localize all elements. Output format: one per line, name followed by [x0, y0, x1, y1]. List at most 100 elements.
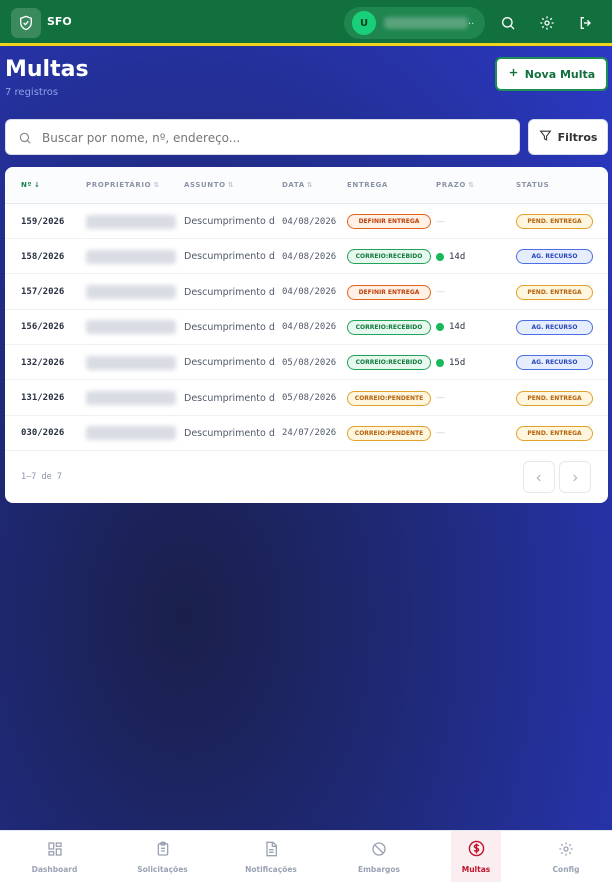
status-badge: PEND. ENTREGA — [516, 214, 593, 229]
table-row[interactable]: 156/2026 Descumprimento d... 04/08/2026 COR… — [5, 310, 608, 345]
fine-number: 030/2026 — [21, 428, 65, 439]
deadline-cell: 14d — [436, 239, 465, 274]
owner-cell — [86, 416, 176, 451]
subject-cell: Descumprimento d... — [184, 286, 276, 298]
subject-cell: Descumprimento d... — [184, 251, 276, 263]
deadline-empty: — — [436, 393, 445, 403]
delivery-badge: CORREIO:PENDENTE — [347, 390, 431, 406]
deadline-dot-icon — [436, 358, 444, 367]
owner-cell — [86, 310, 176, 345]
col-header-subject[interactable]: Assunto ⇅ — [184, 181, 234, 189]
table-header: Nº ↓ Proprietário ⇅ Assunto ⇅ Data ⇅ Entrega… — [5, 167, 608, 204]
search-icon[interactable] — [498, 13, 518, 33]
fines-table-card: Nº ↓ Proprietário ⇅ Assunto ⇅ Data ⇅ Entrega… — [5, 167, 608, 503]
deadline-empty: — — [436, 216, 445, 227]
delivery-cell: CORREIO:RECEBIDO — [347, 310, 431, 345]
brand-name: SFO — [47, 15, 72, 28]
sort-icon: ⇅ — [153, 181, 160, 189]
delivery-badge: CORREIO:RECEBIDO — [347, 249, 431, 265]
status-cell: AG. RECURSO — [516, 310, 593, 345]
owner-cell — [86, 239, 176, 274]
status-cell: PEND. ENTREGA — [516, 275, 593, 310]
date-cell: 05/08/2026 — [282, 357, 337, 368]
nav-item-solicitacoes[interactable]: Solicitações — [109, 831, 216, 882]
col-header-number[interactable]: Nº ↓ — [21, 181, 40, 189]
document-icon — [263, 841, 279, 861]
table-row[interactable]: 030/2026 Descumprimento d... 24/07/2026 COR… — [5, 416, 608, 451]
table-row[interactable]: 157/2026 Descumprimento d... 04/08/2026 DEF… — [5, 275, 608, 310]
date-cell: 04/08/2026 — [282, 251, 337, 262]
nav-item-config[interactable]: Config — [520, 831, 612, 882]
deadline-days: 14d — [449, 322, 466, 333]
deadline-cell: 15d — [436, 345, 465, 380]
prev-page-button[interactable] — [523, 461, 555, 493]
date-cell: 04/08/2026 — [282, 322, 337, 333]
deadline-days: 15d — [449, 357, 466, 368]
fine-number: 157/2026 — [21, 287, 65, 298]
col-header-owner[interactable]: Proprietário ⇅ — [86, 181, 160, 189]
owner-name-redacted — [86, 285, 176, 300]
block-icon — [371, 841, 387, 861]
filter-icon — [539, 129, 552, 145]
owner-cell — [86, 275, 176, 310]
sort-desc-icon: ↓ — [34, 181, 41, 189]
delivery-cell: CORREIO:PENDENTE — [347, 416, 431, 451]
fine-number: 132/2026 — [21, 357, 65, 368]
nav-label: Embargos — [357, 864, 401, 874]
table-row[interactable]: 159/2026 Descumprimento d... 04/08/2026 DEF… — [5, 204, 608, 239]
logout-icon[interactable] — [576, 13, 596, 33]
delivery-badge: CORREIO:PENDENTE — [347, 425, 431, 441]
table-row[interactable]: 132/2026 Descumprimento d... 05/08/2026 COR… — [5, 345, 608, 381]
user-name-suffix: .. — [468, 16, 475, 27]
deadline-cell: — — [436, 381, 445, 416]
deadline-days: 14d — [449, 251, 466, 262]
user-menu[interactable]: U .. — [344, 7, 485, 39]
delivery-cell: CORREIO:RECEBIDO — [347, 345, 431, 380]
delivery-badge: CORREIO:RECEBIDO — [347, 319, 431, 335]
search-input[interactable] — [42, 128, 502, 148]
delivery-cell: CORREIO:PENDENTE — [347, 381, 431, 416]
owner-name-redacted — [86, 355, 176, 370]
subject-cell: Descumprimento d... — [184, 392, 276, 404]
fine-number: 131/2026 — [21, 393, 65, 403]
delivery-cell: DEFINIR ENTREGA — [347, 275, 431, 310]
avatar: U — [352, 11, 376, 35]
owner-cell — [86, 381, 176, 416]
fine-number: 158/2026 — [21, 251, 65, 262]
dollar-icon — [468, 840, 485, 861]
dashboard-icon — [47, 841, 63, 861]
page-title: Multas — [5, 57, 89, 82]
gear-icon — [558, 841, 574, 861]
owner-name-redacted — [86, 214, 176, 229]
status-badge: PEND. ENTREGA — [516, 284, 593, 300]
status-cell: PEND. ENTREGA — [516, 416, 593, 451]
nav-label: Multas — [461, 865, 491, 874]
owner-name-redacted — [86, 391, 176, 405]
gear-icon[interactable] — [537, 13, 557, 33]
filter-button[interactable]: Filtros — [528, 119, 608, 155]
status-cell: PEND. ENTREGA — [516, 204, 593, 239]
nav-label: Notificações — [245, 864, 297, 874]
next-page-button[interactable] — [559, 461, 591, 493]
table-row[interactable]: 131/2026 Descumprimento d... 05/08/2026 COR… — [5, 381, 608, 416]
new-fine-button[interactable]: Nova Multa — [495, 57, 608, 91]
status-badge: AG. RECURSO — [516, 249, 593, 265]
col-header-deadline[interactable]: Prazo ⇅ — [436, 181, 474, 189]
table-row[interactable]: 158/2026 Descumprimento d... 04/08/2026 COR… — [5, 239, 608, 275]
nav-label: Dashboard — [31, 864, 78, 874]
col-header-date[interactable]: Data ⇅ — [282, 181, 313, 189]
chevron-right-icon — [570, 468, 580, 487]
owner-cell — [86, 204, 176, 239]
search-icon — [18, 130, 32, 149]
status-badge: PEND. ENTREGA — [516, 390, 593, 406]
nav-item-dashboard[interactable]: Dashboard — [0, 831, 109, 882]
owner-cell — [86, 345, 176, 380]
nav-item-embargos[interactable]: Embargos — [326, 831, 432, 882]
delivery-badge: DEFINIR ENTREGA — [347, 284, 431, 300]
nav-item-multas[interactable]: Multas — [451, 831, 501, 882]
top-bar: SFO U .. — [0, 0, 612, 46]
nav-item-notificacoes[interactable]: Notificações — [216, 831, 326, 882]
date-cell: 24/07/2026 — [282, 428, 337, 439]
status-cell: PEND. ENTREGA — [516, 381, 593, 416]
col-header-delivery: Entrega — [347, 181, 388, 189]
